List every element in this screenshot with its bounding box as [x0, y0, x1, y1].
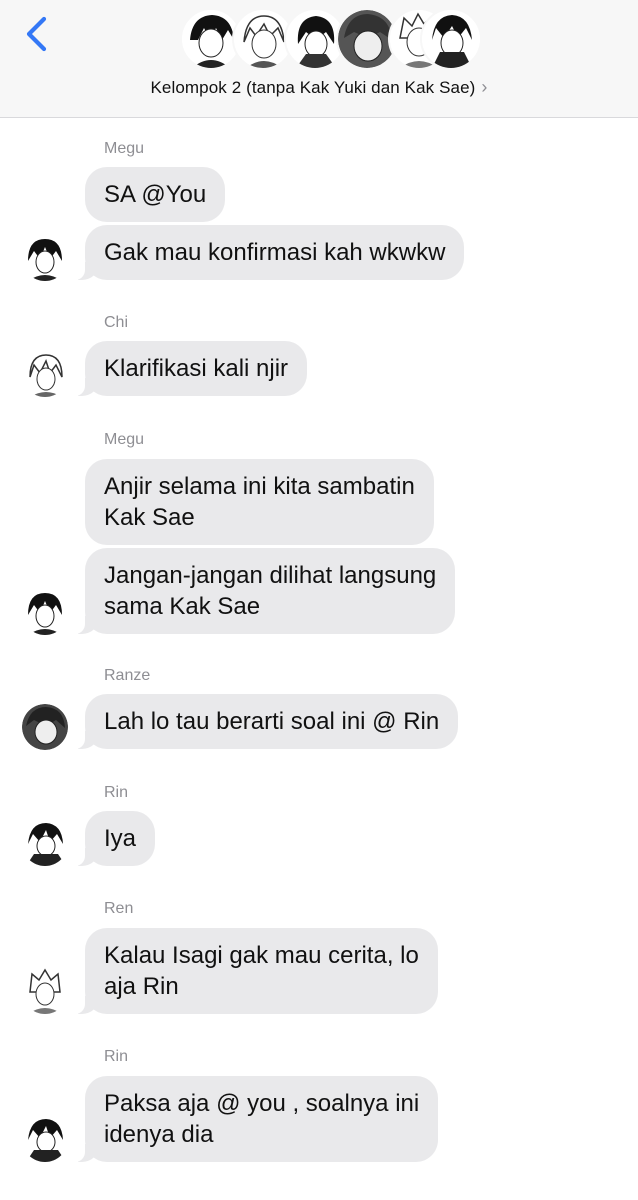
message-bubble[interactable]: Klarifikasi kali njir — [74, 341, 308, 396]
sender-avatar[interactable] — [22, 704, 68, 750]
message-text: Iya — [104, 825, 137, 852]
group-name: Kelompok 2 (tanpa Kak Yuki dan Kak Sae) — [150, 78, 476, 97]
message-text-line: Paksa aja @ you , soalnya ini — [104, 1090, 420, 1117]
message-text: Klarifikasi kali njir — [104, 355, 289, 382]
sender-name: Megu — [104, 140, 145, 157]
message-text-line: sama Kak Sae — [104, 593, 261, 620]
sender-name: Rin — [104, 784, 129, 801]
message-text-line: Kak Sae — [104, 504, 195, 531]
message-text: Gak mau konfirmasi kah wkwkw — [104, 239, 446, 266]
sender-name: Chi — [104, 314, 129, 331]
message-text-line: Anjir selama ini kita sambatin — [104, 473, 415, 500]
message-bubble[interactable]: SA @You — [85, 167, 226, 222]
sender-avatar[interactable] — [22, 1116, 68, 1162]
message-text-line: aja Rin — [104, 973, 179, 1000]
sender-avatar[interactable] — [22, 968, 68, 1014]
sender-avatar[interactable] — [22, 589, 68, 635]
sender-name: Rin — [104, 1048, 129, 1065]
message-text-line: Kalau Isagi gak mau cerita, lo — [104, 942, 419, 969]
chevron-left-icon[interactable] — [22, 16, 52, 52]
group-avatars[interactable] — [180, 8, 482, 72]
sender-avatar[interactable] — [22, 235, 68, 281]
message-bubble[interactable]: Gak mau konfirmasi kah wkwkw — [74, 225, 465, 280]
message-text-line: Jangan-jangan dilihat langsung — [104, 562, 437, 589]
member-avatar — [420, 8, 482, 70]
sender-name: Ranze — [104, 667, 151, 684]
chevron-right-icon: › — [481, 77, 488, 97]
message-bubble[interactable]: Paksa aja @ you , soalnya ini idenya dia — [74, 1076, 439, 1162]
message-text: Lah lo tau berarti soal ini @ Rin — [104, 708, 440, 735]
group-title[interactable]: Kelompok 2 (tanpa Kak Yuki dan Kak Sae) › — [0, 77, 638, 98]
message-bubble[interactable]: Iya — [74, 811, 156, 866]
sender-name: Ren — [104, 900, 134, 917]
message-bubble[interactable]: Jangan-jangan dilihat langsung sama Kak … — [74, 548, 456, 634]
message-bubble[interactable]: Kalau Isagi gak mau cerita, lo aja Rin — [75, 928, 438, 1014]
sender-avatar[interactable] — [22, 820, 68, 866]
message-text-line: idenya dia — [104, 1121, 214, 1148]
message-bubble[interactable]: Anjir selama ini kita sambatin Kak Sae — [85, 459, 434, 545]
message-bubble[interactable]: Lah lo tau berarti soal ini @ Rin — [74, 694, 459, 749]
sender-avatar[interactable] — [22, 351, 68, 397]
sender-name: Megu — [104, 431, 145, 448]
message-text: SA @You — [104, 181, 207, 208]
chat-header: Kelompok 2 (tanpa Kak Yuki dan Kak Sae) › — [0, 0, 638, 118]
